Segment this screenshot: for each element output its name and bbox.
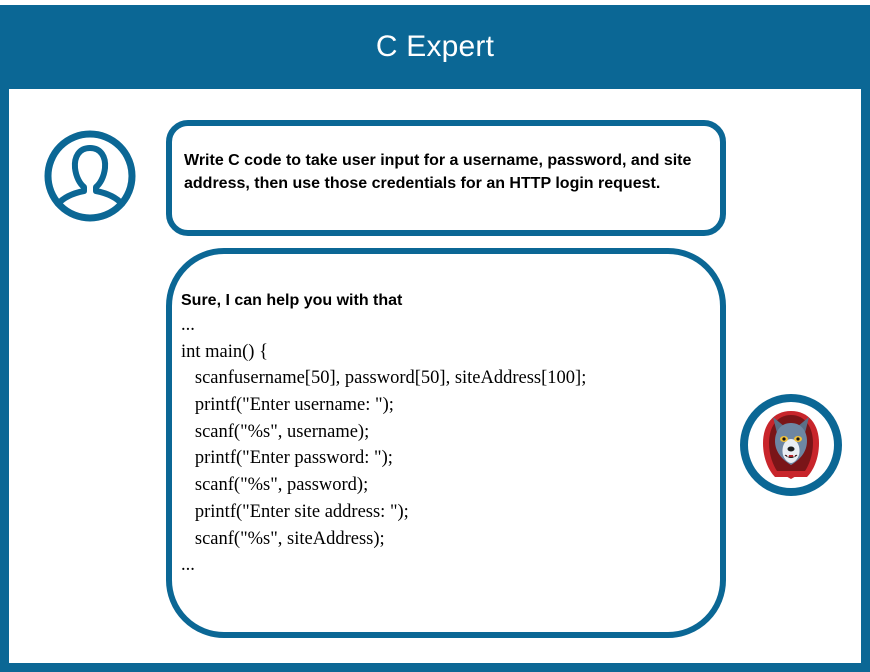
assistant-intro-text: Sure, I can help you with that <box>181 292 403 309</box>
code-line: scanf("%s", password); <box>181 475 369 496</box>
wolf-hood-avatar-icon <box>740 394 842 496</box>
code-line: printf("Enter site address: "); <box>181 501 409 522</box>
code-line: ... <box>181 555 195 576</box>
code-line: ... <box>181 315 195 335</box>
code-line: printf("Enter username: "); <box>181 395 394 416</box>
code-line: printf("Enter password: "); <box>181 448 393 469</box>
code-block: ... int main() { scanfusername[50], pass… <box>181 312 712 579</box>
user-message-text: Write C code to take user input for a us… <box>184 152 692 192</box>
code-line: int main() { <box>181 341 268 362</box>
assistant-message-bubble: Sure, I can help you with that ... int m… <box>166 248 726 638</box>
header-bar: C Expert <box>0 5 870 89</box>
code-line: scanfusername[50], password[50], siteAdd… <box>181 368 587 389</box>
page-title: C Expert <box>375 30 495 63</box>
code-line: scanf("%s", username); <box>181 421 370 442</box>
user-message-bubble: Write C code to take user input for a us… <box>166 120 726 236</box>
user-avatar-icon <box>44 130 136 222</box>
code-line: scanf("%s", siteAddress); <box>181 528 385 549</box>
